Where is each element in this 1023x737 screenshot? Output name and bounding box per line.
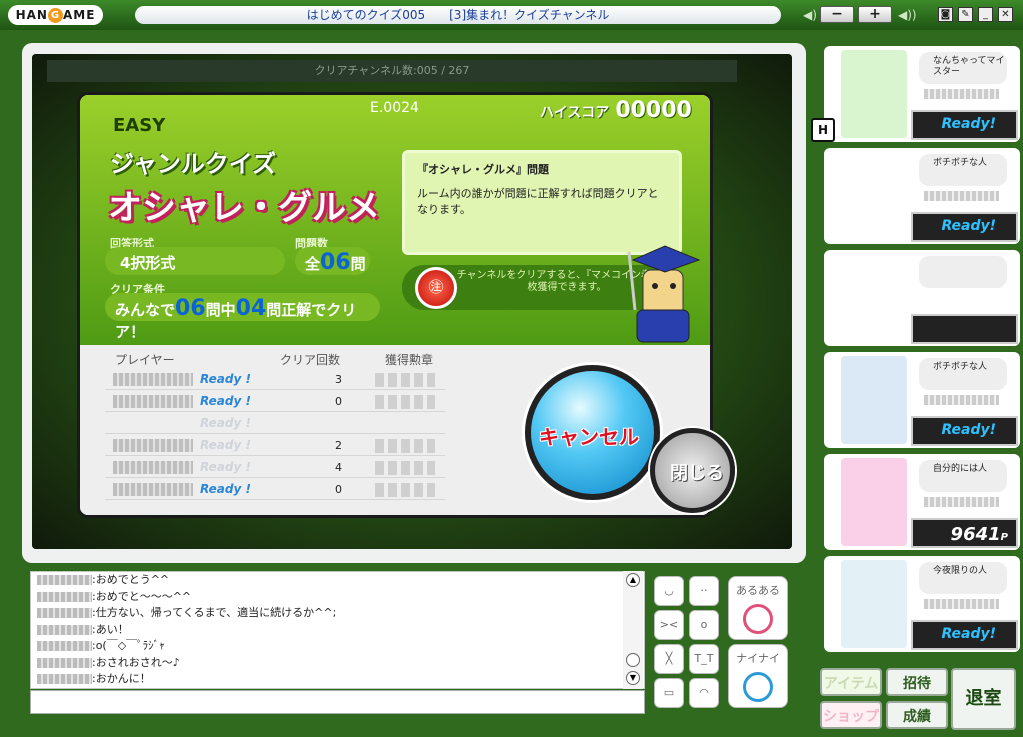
emote-neutral-icon[interactable]: ▭ [654,678,684,708]
chat-log: :おめでとう^^ :おめでと〜〜〜^^ :仕方ない、帰ってくるまで、適当に続ける… [30,571,645,689]
exit-room-button[interactable]: 退室 [951,668,1016,730]
title-bar: HAN G AME はじめてのクイズ005 [3]集まれ！クイズチャンネル ◀) −… [0,0,1023,30]
genre-label: ジャンルクイズ [110,150,277,178]
chat-line: :o(￣◇￣ﾟﾗｼﾞｬ [31,638,644,655]
player-name [924,599,999,609]
emote-nainai-button[interactable]: ナイナイ [728,644,788,708]
avatar [841,50,907,138]
shop-button[interactable]: ショップ [820,701,882,729]
col-player: プレイヤー [115,353,175,367]
player-ready-status [911,314,1018,344]
player-card[interactable]: 今夜限りの人 Ready! [824,556,1020,652]
avatar [841,356,907,444]
emote-cry-icon[interactable]: T_T [689,644,719,674]
format-value: 4択形式 [105,247,285,275]
window-title: はじめてのクイズ005 [3]集まれ！クイズチャンネル [135,6,781,24]
chat-line: :おめでと〜〜〜^^ [31,589,644,606]
player-card-empty[interactable] [824,250,1020,346]
settings-icon[interactable]: ✎ [958,7,973,22]
cancel-button[interactable]: キャンセル [525,365,660,500]
player-title: なんちゃってマイスター [919,52,1007,84]
table-row: Ready ! 0 [105,480,445,500]
player-card[interactable]: ボチボチな人 Ready! [824,148,1020,244]
player-ready-status: Ready! [911,416,1018,446]
invite-button[interactable]: 招待 [886,668,948,696]
scroll-thumb[interactable] [626,653,640,667]
emote-squint-icon[interactable]: >< [654,610,684,640]
chat-input[interactable] [30,690,645,714]
mame-coin-icon: ㊟ [415,267,457,309]
avatar [841,458,907,546]
record-button[interactable]: 成績 [886,701,948,729]
question-count: 全06問 [295,247,370,275]
table-row: Ready ! 0 [105,392,445,412]
col-medal: 獲得勲章 [385,353,434,367]
scroll-down-icon[interactable]: ▼ [626,671,640,685]
table-row: Ready ! 3 [105,370,445,390]
player-title: 今夜限りの人 [919,562,1007,594]
avatar [841,152,907,240]
player-title: ボチボチな人 [919,154,1007,186]
emote-aruaru-button[interactable]: あるある [728,576,788,640]
clear-condition: みんなで06問中04問正解でクリア！ [105,293,380,341]
table-row: Ready ! 2 [105,436,445,456]
table-row: Ready ! 4 [105,458,445,478]
player-title: 自分的には人 [919,460,1007,492]
hiscore: ハイスコア 00000 [540,98,692,123]
minimize-button[interactable]: _ [978,7,993,22]
chat-line: :おめでとう^^ [31,572,644,589]
player-name [924,89,999,99]
player-name [924,395,999,405]
chat-line: :仕方ない、帰ってくるまで、適当に続けるか^^; [31,605,644,622]
scroll-up-icon[interactable]: ▲ [626,573,640,587]
emote-dots-icon[interactable]: ·· [689,576,719,606]
quiz-code: E.0024 [370,100,419,116]
avatar [841,560,907,648]
close-panel-button[interactable]: 閉じる [650,428,735,513]
hangame-logo: HAN G AME [8,5,103,25]
player-card[interactable]: 自分的には人 9641P [824,454,1020,550]
chat-line: :おされおされ〜♪ [31,655,644,672]
player-title [919,256,1007,288]
emote-angry-icon[interactable]: ╳ [654,644,684,674]
player-ready-status: Ready! [911,620,1018,650]
player-card[interactable]: なんちゃってマイスター Ready! [824,46,1020,142]
host-icon: H [811,118,835,142]
col-clear: クリア回数 [280,353,341,367]
player-ready-status: Ready! [911,212,1018,242]
emote-smile-icon[interactable]: ◡ [654,576,684,606]
volume-up-button[interactable]: + [858,6,892,23]
player-card[interactable]: ボチボチな人 Ready! [824,352,1020,448]
clear-channel-count: クリアチャンネル数:005 / 267 [47,60,737,82]
emote-surprise-icon[interactable]: o [689,610,719,640]
player-title: ボチボチな人 [919,358,1007,390]
player-points: 9641P [911,518,1018,548]
player-ready-status: Ready! [911,110,1018,140]
item-button[interactable]: アイテム [820,668,882,696]
close-window-button[interactable]: ✕ [998,7,1013,22]
player-name [924,497,999,507]
difficulty-label: EASY [113,115,166,136]
graduate-mascot-icon [627,245,701,343]
emote-blush-icon[interactable]: ◠ [689,678,719,708]
screenshot-icon[interactable]: ◙ [938,7,953,22]
quiz-name: オシャレ・グルメ [108,188,380,228]
volume-down-button[interactable]: − [820,6,854,23]
table-row: Ready ! [105,414,445,434]
chat-line: :あい！ [31,622,644,639]
player-name [924,191,999,201]
speaker-loud-icon: ◀)) [898,8,917,22]
chat-line: :おかんに！ [31,671,644,688]
chat-scrollbar[interactable]: ▲ ▼ [623,571,643,689]
speaker-icon: ◀) [803,8,817,22]
player-list: なんちゃってマイスター Ready! ボチボチな人 Ready! ボチボチな人 … [824,46,1023,658]
